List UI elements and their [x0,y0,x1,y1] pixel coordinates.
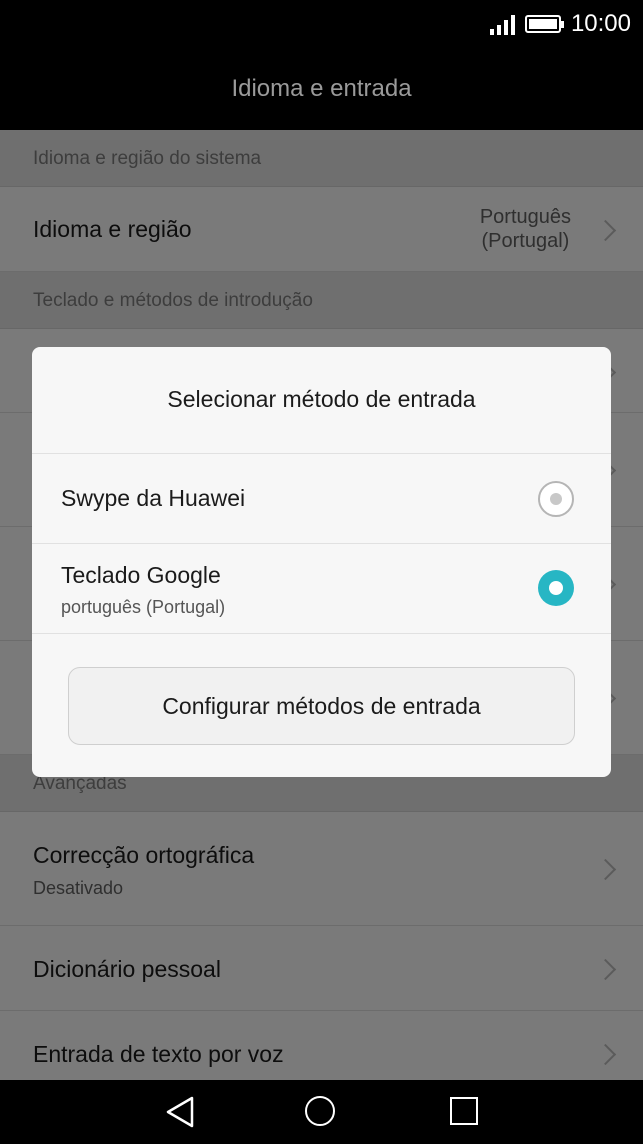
option-label: Teclado Google [61,562,221,588]
voice-input-title: Entrada de texto por voz [33,1041,284,1067]
chevron-right-icon [594,1043,617,1066]
section-header-keyboard: Teclado e métodos de introdução [0,272,643,329]
personal-dictionary-title: Dicionário pessoal [33,956,221,982]
section-header-language: Idioma e região do sistema [0,130,643,187]
language-value-line2: (Portugal) [481,230,570,252]
chevron-right-icon [594,958,617,981]
language-value-line1: Português [479,206,571,228]
spell-check-row[interactable]: Correcção ortográfica Desativado [0,812,643,926]
language-region-title: Idioma e região [33,216,192,242]
status-icons: 10:00 [489,8,631,40]
option-swype-huawei[interactable]: Swype da Huawei [32,454,611,544]
option-google-keyboard[interactable]: Teclado Google português (Portugal) [32,544,611,634]
language-region-row[interactable]: Idioma e região Português (Portugal) [0,187,643,272]
clock: 10:00 [570,10,631,37]
signal-icon [489,13,515,35]
spell-check-title: Correcção ortográfica [33,842,255,868]
configure-input-methods-button[interactable]: Configurar métodos de entrada [68,667,575,745]
option-label: Swype da Huawei [61,485,246,511]
page-title: Idioma e entrada [0,48,643,130]
home-circle-icon[interactable] [305,1096,335,1126]
chevron-right-icon [594,219,617,242]
dialog-title: Selecionar método de entrada [32,347,611,454]
radio-selected-icon[interactable] [538,570,574,606]
back-triangle-icon[interactable] [165,1096,195,1128]
spell-check-status: Desativado [33,878,124,898]
recents-square-icon[interactable] [450,1097,478,1125]
input-method-dialog: Selecionar método de entrada Swype da Hu… [32,347,611,777]
chevron-right-icon [594,858,617,881]
personal-dictionary-row[interactable]: Dicionário pessoal [0,926,643,1011]
battery-icon [524,15,564,33]
language-region-value: Português (Portugal) [480,205,571,253]
option-sublabel: português (Portugal) [61,597,226,617]
radio-unselected-icon[interactable] [538,481,574,517]
navigation-bar [0,1080,643,1144]
status-bar: 10:00 [0,0,643,48]
